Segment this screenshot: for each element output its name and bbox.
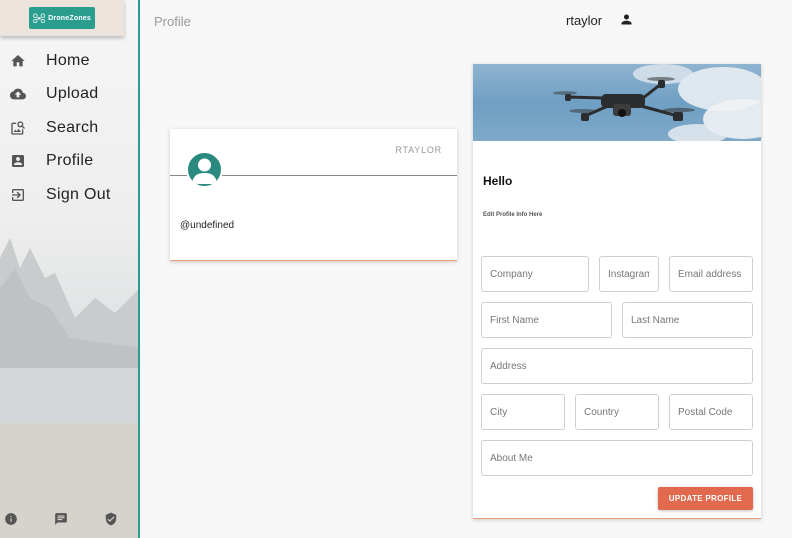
sidebar-item-home[interactable]: Home: [0, 44, 138, 78]
profile-card: RTAYLOR @undefined: [170, 129, 457, 261]
account-icon[interactable]: [619, 12, 634, 27]
drone-image: [553, 64, 761, 141]
sidebar-item-sign-out[interactable]: Sign Out: [0, 178, 138, 212]
update-profile-button[interactable]: UPDATE PROFILE: [658, 487, 753, 510]
sidebar-nav: Home Upload Search Profile Sign Out: [0, 44, 138, 212]
address-field[interactable]: [481, 348, 753, 384]
city-field[interactable]: [481, 394, 565, 430]
edit-subtitle: Edit Profile Info Here: [483, 212, 543, 218]
country-field[interactable]: [575, 394, 659, 430]
last-name-field[interactable]: [622, 302, 753, 338]
home-icon: [11, 54, 25, 67]
greeting: Hello: [483, 174, 513, 188]
page-title: Profile: [154, 14, 191, 29]
header-username[interactable]: rtaylor: [566, 13, 602, 28]
about-me-field[interactable]: [481, 440, 753, 476]
account-box-icon: [12, 155, 24, 168]
sidebar-item-label: Profile: [46, 152, 94, 170]
logo[interactable]: DroneZones: [29, 7, 95, 29]
logo-bar: DroneZones: [0, 0, 124, 36]
cloud-upload-icon: [10, 88, 26, 100]
sidebar-item-label: Upload: [46, 85, 99, 103]
image-search-icon: [11, 121, 25, 135]
sidebar-item-profile[interactable]: Profile: [0, 145, 138, 179]
avatar: [186, 151, 223, 188]
mountain-background: [0, 238, 138, 538]
sidebar-item-upload[interactable]: Upload: [0, 78, 138, 112]
sidebar-item-label: Search: [46, 118, 99, 136]
feedback-icon[interactable]: [54, 512, 68, 526]
postal-code-field[interactable]: [669, 394, 753, 430]
first-name-field[interactable]: [481, 302, 612, 338]
logo-text: DroneZones: [48, 14, 91, 22]
profile-handle: @undefined: [180, 220, 235, 231]
profile-username-tag: RTAYLOR: [395, 145, 442, 155]
email-field[interactable]: [669, 256, 753, 292]
drone-logo-icon: [33, 13, 46, 24]
info-icon[interactable]: [4, 512, 18, 526]
verified-icon[interactable]: [104, 512, 118, 526]
sidebar-footer: [0, 512, 138, 526]
sidebar-item-label: Home: [46, 51, 90, 69]
sidebar-item-label: Sign Out: [46, 185, 111, 203]
exit-icon: [12, 188, 24, 201]
sidebar: DroneZones Home Upload Search Profile Si…: [0, 0, 140, 538]
sidebar-item-search[interactable]: Search: [0, 111, 138, 145]
instagram-field[interactable]: [599, 256, 659, 292]
avatar-person-icon: [192, 158, 217, 184]
drone-hero-image: [473, 64, 761, 141]
company-field[interactable]: [481, 256, 589, 292]
edit-profile-card: Hello Edit Profile Info Here UPDATE PROF…: [473, 64, 761, 519]
